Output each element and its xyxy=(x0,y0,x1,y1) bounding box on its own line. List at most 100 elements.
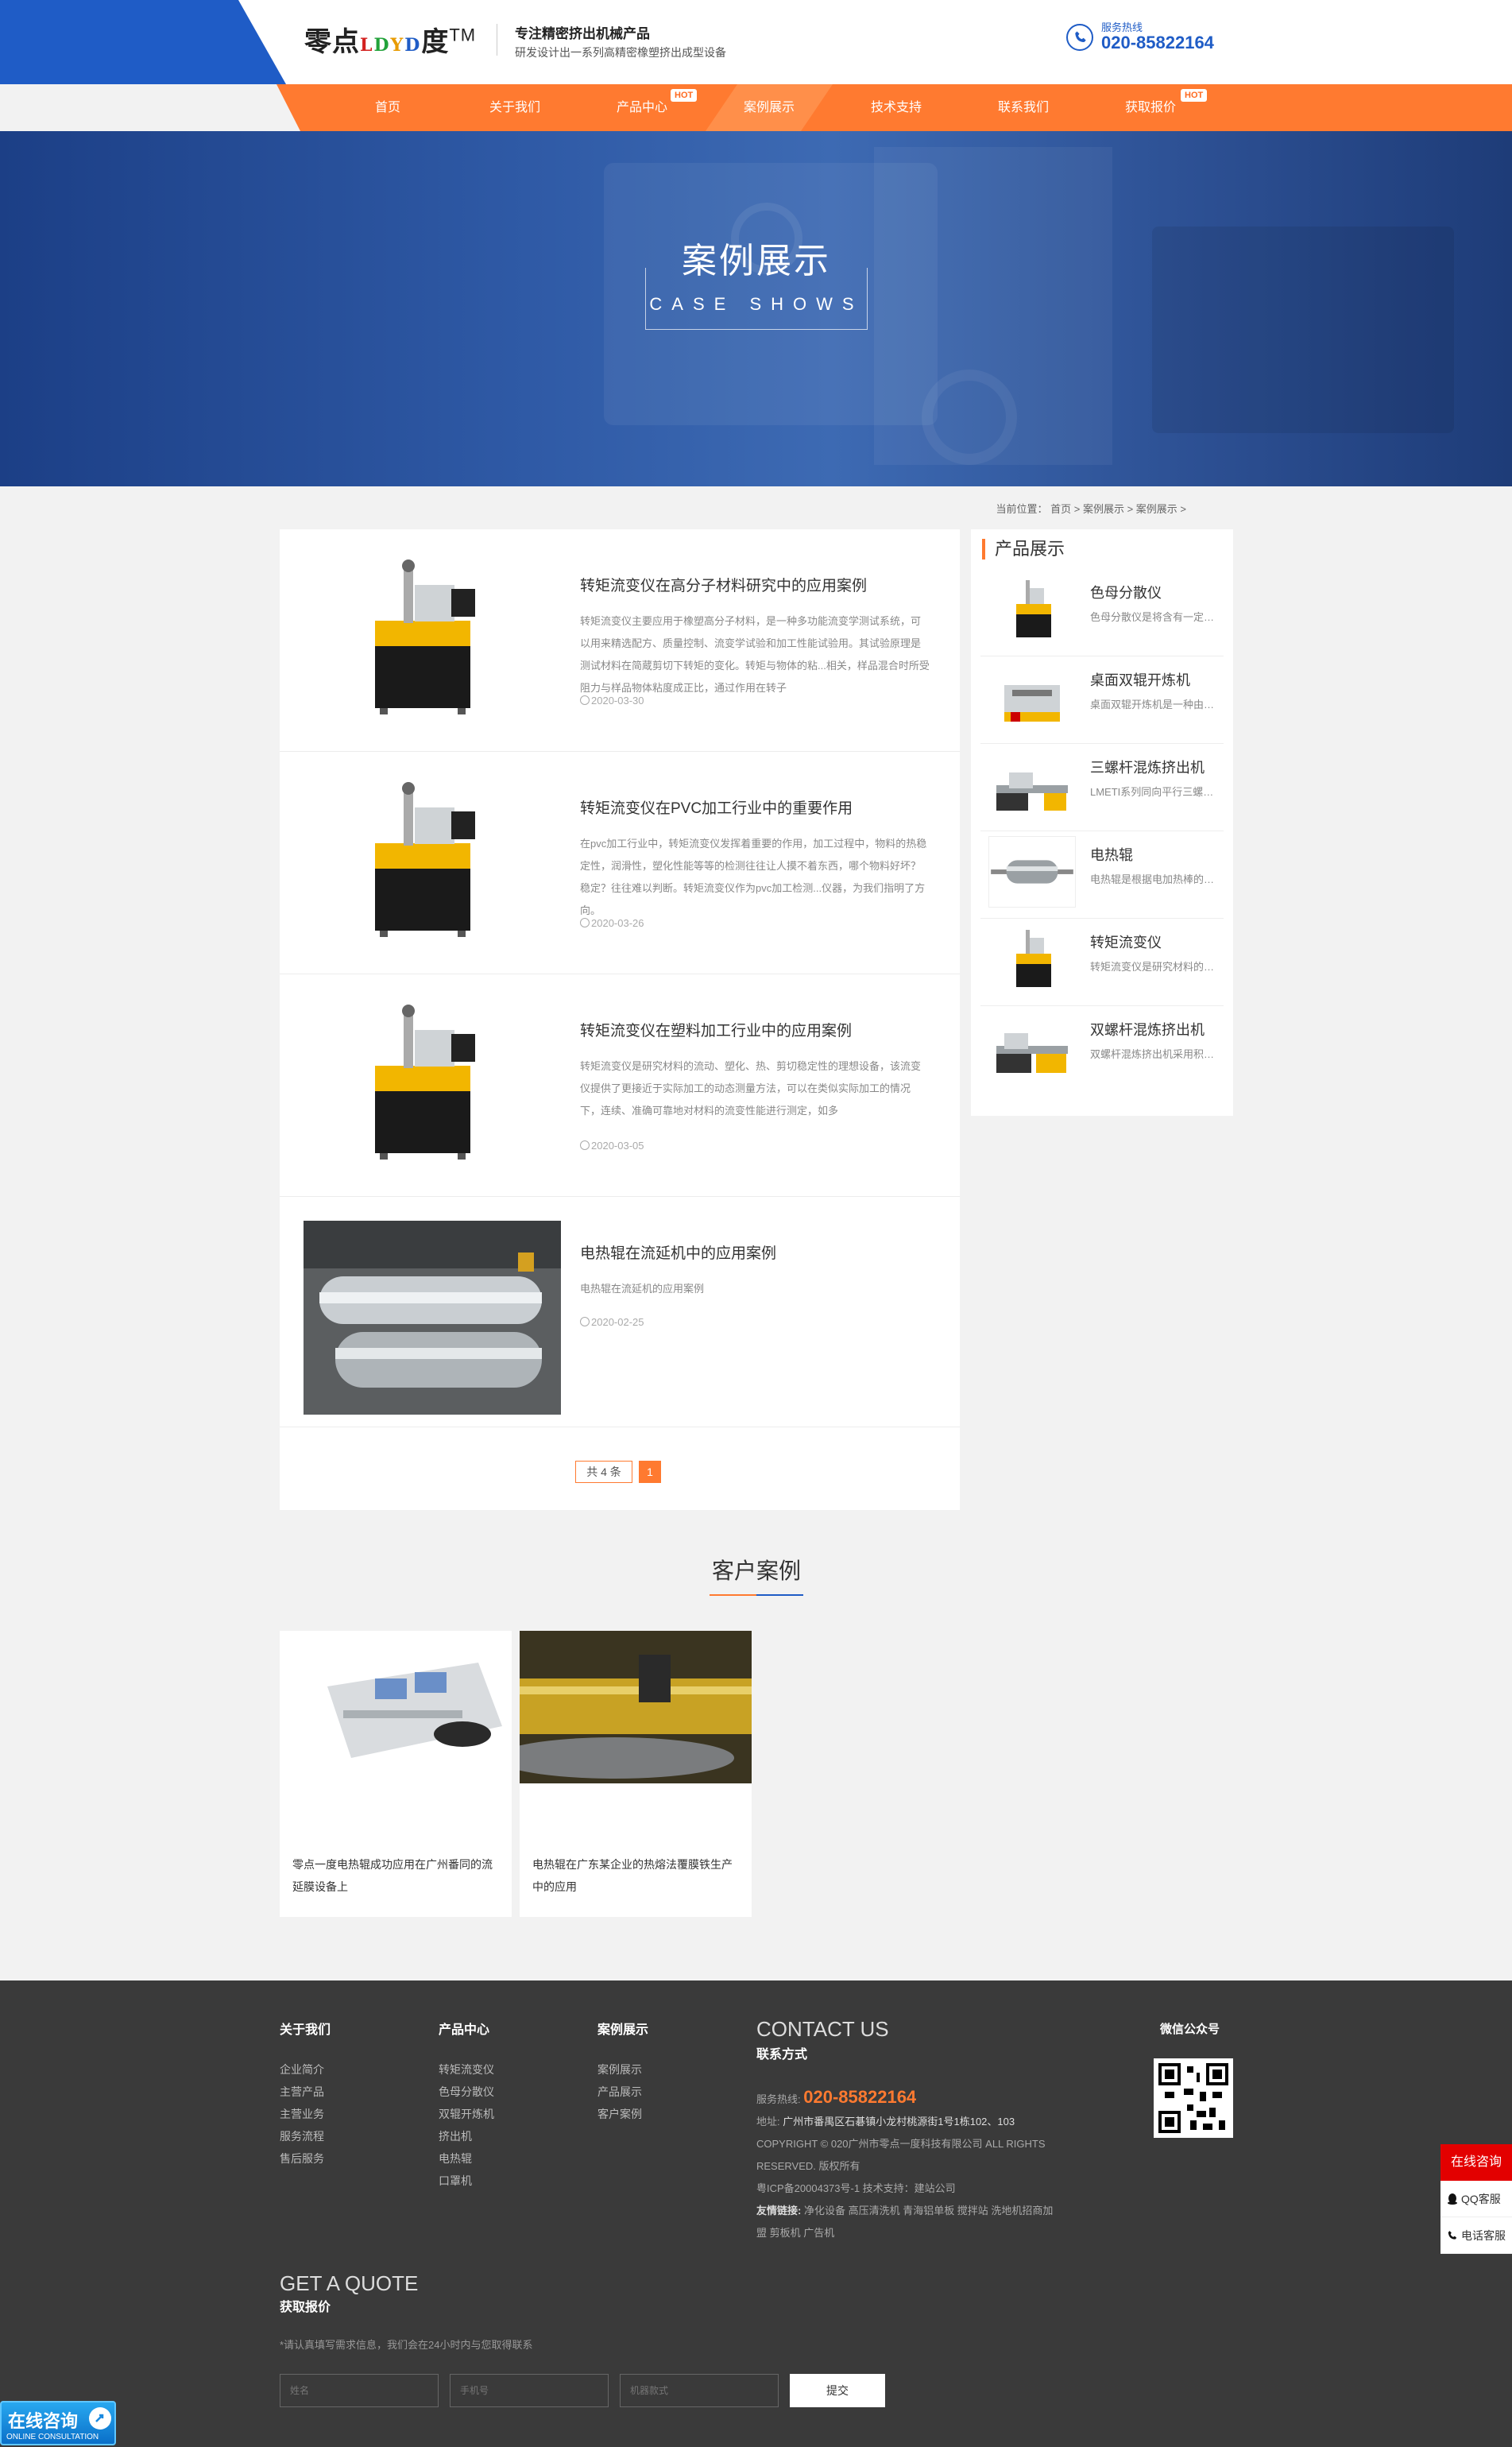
case-thumbnail[interactable] xyxy=(304,776,561,970)
product-thumbnail[interactable] xyxy=(988,661,1076,733)
hot-badge: HOT xyxy=(1181,89,1208,102)
case-desc: 在pvc加工行业中，转矩流变仪发挥着重要的作用，加工过程中，物料的热稳定性，润滑… xyxy=(580,838,927,916)
sidebar-product[interactable]: 色母分散仪 色母分散仪是将含有一定浓度的色母粒分散 xyxy=(980,569,1224,656)
friend-links: 友情链接: 净化设备 高压清洗机 青海铝单板 搅拌站 洗地机招商加盟 剪板机 广… xyxy=(756,2205,1054,2239)
footer-link[interactable]: 主营产品 xyxy=(280,2081,331,2103)
case-desc: 转矩流变仪主要应用于橡塑高分子材料，是一种多功能流变学测试系统，可以用来精选配方… xyxy=(580,615,930,694)
sidebar-product[interactable]: 双螺杆混炼挤出机 双螺杆混炼挤出机采用积木式结构设计 xyxy=(980,1006,1224,1094)
pager-total: 共 4 条 xyxy=(575,1461,632,1483)
list-item[interactable]: 转矩流变仪在高分子材料研究中的应用案例 转矩流变仪主要应用于橡塑高分子材料，是一… xyxy=(280,529,960,752)
product-sidebar: 产品展示 色母分散仪 色母分散仪是将含有一定浓度的色母粒分散 桌面双辊开炼机 桌… xyxy=(971,529,1233,1116)
case-date: 2020-02-25 xyxy=(580,1316,644,1328)
case-thumbnail[interactable] xyxy=(304,553,561,747)
product-thumbnail[interactable] xyxy=(988,923,1076,995)
product-thumbnail[interactable] xyxy=(988,574,1076,645)
product-name[interactable]: 电热辊 xyxy=(1090,844,1133,865)
product-desc: 电热辊是根据电加热棒的原理制作的 xyxy=(1090,873,1224,885)
hotline-number: 020-85822164 xyxy=(1101,33,1214,52)
list-item[interactable]: 电热辊在流延机中的应用案例 电热辊在流延机的应用案例 2020-02-25 xyxy=(280,1197,960,1427)
quote-name-input[interactable] xyxy=(280,2374,439,2407)
pager-current[interactable]: 1 xyxy=(639,1461,661,1483)
quote-tip: *请认真填写需求信息，我们会在24小时内与您取得联系 xyxy=(280,2339,533,2351)
online-badge-cn: 在线咨询 xyxy=(8,2411,79,2431)
customer-case-text[interactable]: 电热辊在广东某企业的热熔法覆膜铁生产中的应用 xyxy=(532,1853,741,1898)
footer-link[interactable]: 客户案例 xyxy=(597,2103,648,2125)
nav-support[interactable]: 技术支持 xyxy=(833,84,960,131)
icp-record[interactable]: 粤ICP备20004373号-1 技术支持：建站公司 xyxy=(756,2178,1058,2200)
footer-link[interactable]: 售后服务 xyxy=(280,2147,331,2170)
phone-icon xyxy=(1066,24,1093,51)
quote-en-title: GET A QUOTE xyxy=(280,2271,419,2295)
sidebar-product[interactable]: 桌面双辊开炼机 桌面双辊开炼机是一种由两个转速不同的辊筒 xyxy=(980,656,1224,744)
site-logo[interactable]: 零点LDYD度TM xyxy=(304,20,476,59)
footer-link[interactable]: 企业简介 xyxy=(280,2058,331,2081)
nav-cases[interactable]: 案例展示 xyxy=(706,84,833,131)
footer-link[interactable]: 服务流程 xyxy=(280,2125,331,2147)
footer-col-title: 产品中心 xyxy=(439,2023,490,2037)
slogan-sub: 研发设计出一系列高精密橡塑挤出成型设备 xyxy=(515,46,726,59)
customer-case-image[interactable] xyxy=(520,1631,752,1783)
footer-link[interactable]: 双辊开炼机 xyxy=(439,2103,494,2125)
footer-link[interactable]: 产品展示 xyxy=(597,2081,648,2103)
list-item[interactable]: 转矩流变仪在塑料加工行业中的应用案例 转矩流变仪是研究材料的流动、塑化、热、剪切… xyxy=(280,974,960,1197)
list-item[interactable]: 转矩流变仪在PVC加工行业中的重要作用 在pvc加工行业中，转矩流变仪发挥着重要… xyxy=(280,752,960,974)
clock-icon xyxy=(580,1317,590,1326)
nav-home[interactable]: 首页 xyxy=(324,84,451,131)
customer-case-card[interactable]: 零点一度电热辊成功应用在广州番同的流延膜设备上 xyxy=(280,1631,512,1917)
footer-link[interactable]: 电热辊 xyxy=(439,2147,494,2170)
product-name[interactable]: 三螺杆混炼挤出机 xyxy=(1090,757,1205,777)
case-list: 转矩流变仪在高分子材料研究中的应用案例 转矩流变仪主要应用于橡塑高分子材料，是一… xyxy=(280,529,960,1510)
customer-case-text[interactable]: 零点一度电热辊成功应用在广州番同的流延膜设备上 xyxy=(292,1853,501,1898)
footer-link[interactable]: 口罩机 xyxy=(439,2170,494,2192)
customer-case-image[interactable] xyxy=(280,1631,512,1783)
footer-col-about: 关于我们 企业简介 主营产品 主营业务 服务流程 售后服务 xyxy=(280,2019,331,2170)
footer-link[interactable]: 案例展示 xyxy=(597,2058,648,2081)
quote-submit-button[interactable]: 提交 xyxy=(790,2374,885,2407)
product-name[interactable]: 双螺杆混炼挤出机 xyxy=(1090,1019,1205,1040)
float-online-button[interactable]: 在线咨询 xyxy=(1440,2144,1512,2181)
sidebar-product[interactable]: 转矩流变仪 转矩流变仪是研究材料的流动塑化性能 xyxy=(980,919,1224,1006)
slogan-main: 专注精密挤出机械产品 xyxy=(515,26,650,41)
top-header: 零点LDYD度TM 专注精密挤出机械产品 研发设计出一系列高精密橡塑挤出成型设备… xyxy=(0,0,1512,84)
case-title[interactable]: 转矩流变仪在高分子材料研究中的应用案例 xyxy=(580,574,867,595)
product-thumbnail[interactable] xyxy=(988,836,1076,908)
footer-link[interactable]: 转矩流变仪 xyxy=(439,2058,494,2081)
sidebar-product[interactable]: 电热辊 电热辊是根据电加热棒的原理制作的 xyxy=(980,831,1224,919)
case-title[interactable]: 电热辊在流延机中的应用案例 xyxy=(580,1241,776,1263)
footer-link[interactable]: 色母分散仪 xyxy=(439,2081,494,2103)
contact-address: 地址: 广州市番禺区石碁镇小龙村桃源街1号1栋102、103 xyxy=(756,2116,1015,2128)
nav-contact[interactable]: 联系我们 xyxy=(960,84,1087,131)
case-title[interactable]: 转矩流变仪在PVC加工行业中的重要作用 xyxy=(580,796,853,818)
footer-quote: GET A QUOTE 获取报价 *请认真填写需求信息，我们会在24小时内与您取… xyxy=(280,2271,533,2351)
wechat-qr-code xyxy=(1154,2058,1233,2138)
online-consultation-badge[interactable]: 在线咨询 ONLINE CONSULTATION xyxy=(0,2401,116,2445)
product-thumbnail[interactable] xyxy=(988,749,1076,820)
product-desc: 双螺杆混炼挤出机采用积木式结构设计 xyxy=(1090,1048,1224,1060)
float-phone-button[interactable]: 电话客服 xyxy=(1440,2217,1512,2254)
float-qq-button[interactable]: QQ客服 xyxy=(1440,2181,1512,2217)
product-name[interactable]: 桌面双辊开炼机 xyxy=(1090,669,1190,690)
customer-cases-title: 客户案例 xyxy=(711,1558,801,1583)
case-date: 2020-03-05 xyxy=(580,1140,644,1152)
banner-subtitle: CASE SHOWS xyxy=(649,294,864,314)
contact-hotline: 服务热线: 020-85822164 xyxy=(756,2087,917,2107)
case-thumbnail[interactable] xyxy=(304,1221,561,1415)
header-blue-corner xyxy=(0,0,286,84)
footer-link[interactable]: 主营业务 xyxy=(280,2103,331,2125)
customer-case-card[interactable]: 电热辊在广东某企业的热熔法覆膜铁生产中的应用 xyxy=(520,1631,752,1917)
quote-model-input[interactable] xyxy=(620,2374,779,2407)
case-thumbnail[interactable] xyxy=(304,998,561,1192)
quote-phone-input[interactable] xyxy=(450,2374,609,2407)
case-title[interactable]: 转矩流变仪在塑料加工行业中的应用案例 xyxy=(580,1019,852,1040)
product-name[interactable]: 色母分散仪 xyxy=(1090,582,1162,602)
title-underline xyxy=(710,1594,803,1596)
nav-about[interactable]: 关于我们 xyxy=(451,84,578,131)
breadcrumb[interactable]: 当前位置： 首页 > 案例展示 > 案例展示 > xyxy=(996,501,1186,516)
header-hotline[interactable]: 服务热线 020-85822164 xyxy=(1066,19,1217,54)
site-footer: 关于我们 企业简介 主营产品 主营业务 服务流程 售后服务 产品中心 转矩流变仪… xyxy=(0,1980,1512,2447)
sidebar-product[interactable]: 三螺杆混炼挤出机 LMETI系列同向平行三螺杆混炼挤出机 xyxy=(980,744,1224,831)
product-thumbnail[interactable] xyxy=(988,1011,1076,1082)
case-desc: 转矩流变仪是研究材料的流动、塑化、热、剪切稳定性的理想设备，该流变仪提供了更接近… xyxy=(580,1060,922,1117)
product-name[interactable]: 转矩流变仪 xyxy=(1090,931,1162,952)
footer-link[interactable]: 挤出机 xyxy=(439,2125,494,2147)
